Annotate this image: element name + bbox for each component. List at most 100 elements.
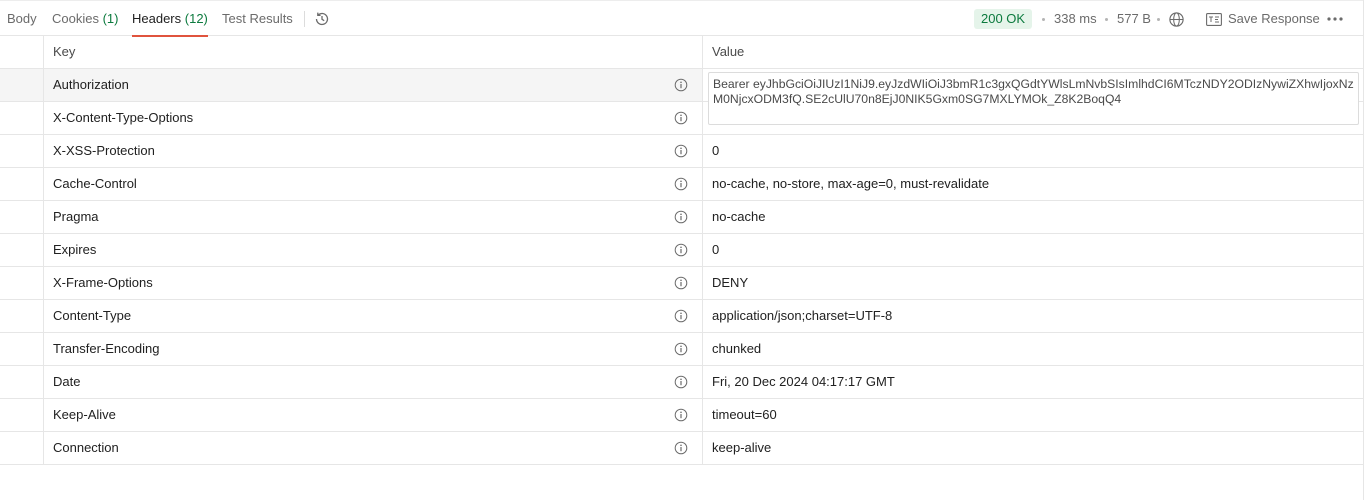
tab-test-results[interactable]: Test Results <box>222 1 293 36</box>
header-key-cell: X-Frame-Options <box>44 267 703 299</box>
header-key-cell: Authorization <box>44 69 703 101</box>
header-key: Keep-Alive <box>53 407 116 422</box>
header-key-cell: Pragma <box>44 201 703 233</box>
header-value: application/json;charset=UTF-8 <box>712 308 893 323</box>
separator-dot <box>1042 18 1045 21</box>
info-icon[interactable] <box>674 177 688 191</box>
header-value-cell: timeout=60 <box>703 399 1363 431</box>
header-key-cell: Transfer-Encoding <box>44 333 703 365</box>
table-row[interactable]: Content-Type application/json;charset=UT… <box>0 300 1363 333</box>
header-value: Fri, 20 Dec 2024 04:17:17 GMT <box>712 374 895 389</box>
header-value-cell: application/json;charset=UTF-8 <box>703 300 1363 332</box>
tab-body-label: Body <box>7 11 37 26</box>
header-value-cell: Fri, 20 Dec 2024 04:17:17 GMT <box>703 366 1363 398</box>
header-key: Expires <box>53 242 97 257</box>
tab-test-results-label: Test Results <box>222 11 293 26</box>
key-header-label: Key <box>53 44 76 59</box>
key-column-header: Key <box>44 36 703 68</box>
globe-icon[interactable] <box>1168 11 1185 28</box>
panel-right-edge <box>1363 0 1371 500</box>
info-icon[interactable] <box>674 342 688 356</box>
info-icon[interactable] <box>674 375 688 389</box>
authorization-value-expanded[interactable]: Bearer eyJhbGciOiJIUzI1NiJ9.eyJzdWIiOiJ3… <box>708 72 1359 125</box>
header-value-cell: 0 <box>703 135 1363 167</box>
gutter-cell <box>0 366 44 398</box>
tab-cookies[interactable]: Cookies (1) <box>52 1 118 36</box>
header-value-cell: 0 <box>703 234 1363 266</box>
header-key-cell: X-Content-Type-Options <box>44 102 703 134</box>
tab-body[interactable]: Body <box>7 1 37 36</box>
table-row[interactable]: Date Fri, 20 Dec 2024 04:17:17 GMT <box>0 366 1363 399</box>
header-value: chunked <box>712 341 762 356</box>
info-icon[interactable] <box>674 144 688 158</box>
header-key-cell: Cache-Control <box>44 168 703 200</box>
header-key: Date <box>53 374 81 389</box>
header-value-cell: DENY <box>703 267 1363 299</box>
header-value-cell: no-cache <box>703 201 1363 233</box>
table-header-row: Key Value <box>0 36 1363 69</box>
header-value-cell: chunked <box>703 333 1363 365</box>
header-key-cell: Connection <box>44 432 703 464</box>
tab-headers-label: Headers <box>132 11 182 26</box>
gutter-cell <box>0 69 44 101</box>
header-key: Pragma <box>53 209 99 224</box>
status-badge[interactable]: 200 OK <box>974 9 1033 29</box>
gutter-cell <box>0 399 44 431</box>
gutter-cell <box>0 333 44 365</box>
info-icon[interactable] <box>674 210 688 224</box>
header-value-cell: no-cache, no-store, max-age=0, must-reva… <box>703 168 1363 200</box>
tab-headers[interactable]: Headers (12) <box>132 1 208 37</box>
gutter-cell <box>0 36 44 68</box>
save-response-label: Save Response <box>1228 11 1320 26</box>
header-value: no-cache, no-store, max-age=0, must-reva… <box>712 176 990 191</box>
info-icon[interactable] <box>674 408 688 422</box>
info-icon[interactable] <box>674 243 688 257</box>
header-key-cell: Keep-Alive <box>44 399 703 431</box>
table-row[interactable]: X-XSS-Protection 0 <box>0 135 1363 168</box>
header-key: Cache-Control <box>53 176 137 191</box>
history-icon[interactable] <box>313 10 331 28</box>
header-value-cell: keep-alive <box>703 432 1363 464</box>
header-key-cell: Content-Type <box>44 300 703 332</box>
response-panel: Body Cookies (1) Headers (12) Test Resul… <box>0 0 1371 500</box>
value-header-label: Value <box>712 44 745 59</box>
info-icon[interactable] <box>674 276 688 290</box>
header-key: X-XSS-Protection <box>53 143 155 158</box>
header-key: Transfer-Encoding <box>53 341 160 356</box>
header-value: DENY <box>712 275 749 290</box>
tab-headers-count: (12) <box>184 11 208 26</box>
separator-dot <box>1105 18 1108 21</box>
tab-cookies-label: Cookies <box>52 11 99 26</box>
more-icon[interactable] <box>1326 13 1344 25</box>
header-value: 0 <box>712 143 720 158</box>
info-icon[interactable] <box>674 111 688 125</box>
save-icon <box>1206 13 1222 26</box>
header-key: Content-Type <box>53 308 132 323</box>
response-time[interactable]: 338 ms <box>1054 1 1097 37</box>
response-tab-bar: Body Cookies (1) Headers (12) Test Resul… <box>0 0 1363 37</box>
gutter-cell <box>0 201 44 233</box>
header-key: Authorization <box>53 77 129 92</box>
gutter-cell <box>0 135 44 167</box>
header-value: 0 <box>712 242 720 257</box>
gutter-cell <box>0 168 44 200</box>
table-row[interactable]: X-Frame-Options DENY <box>0 267 1363 300</box>
gutter-cell <box>0 300 44 332</box>
tab-divider <box>304 11 305 27</box>
info-icon[interactable] <box>674 78 688 92</box>
gutter-cell <box>0 267 44 299</box>
table-row[interactable]: Pragma no-cache <box>0 201 1363 234</box>
gutter-cell <box>0 432 44 464</box>
header-key: Connection <box>53 440 119 455</box>
header-key: X-Frame-Options <box>53 275 153 290</box>
table-row[interactable]: Transfer-Encoding chunked <box>0 333 1363 366</box>
table-row[interactable]: Keep-Alive timeout=60 <box>0 399 1363 432</box>
table-row[interactable]: Cache-Control no-cache, no-store, max-ag… <box>0 168 1363 201</box>
info-icon[interactable] <box>674 441 688 455</box>
info-icon[interactable] <box>674 309 688 323</box>
separator-dot <box>1157 18 1160 21</box>
table-row[interactable]: Expires 0 <box>0 234 1363 267</box>
table-row[interactable]: Connection keep-alive <box>0 432 1363 465</box>
response-size[interactable]: 577 B <box>1117 1 1151 37</box>
header-value: keep-alive <box>712 440 772 455</box>
